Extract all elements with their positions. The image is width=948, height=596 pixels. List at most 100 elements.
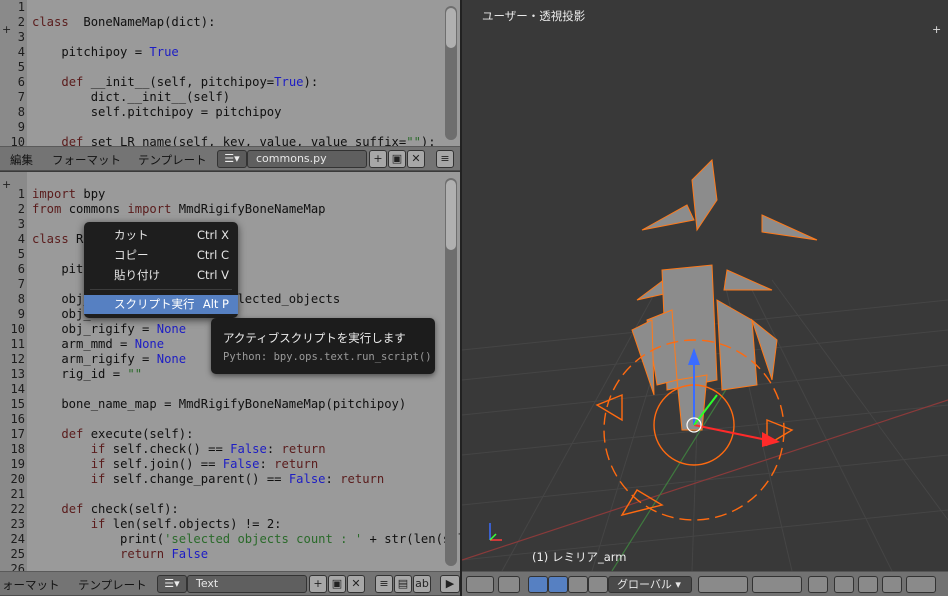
axis-gizmo: [489, 523, 502, 541]
region-expand-icon[interactable]: +: [932, 24, 942, 35]
code-line[interactable]: if self.change_parent() == False: return: [32, 472, 385, 486]
line-number: 4: [17, 232, 25, 246]
layer-buttons-2[interactable]: [752, 576, 802, 593]
code-line[interactable]: def execute(self):: [32, 427, 193, 441]
line-numbers-toggle[interactable]: ≡: [375, 575, 393, 593]
code-line[interactable]: return False: [32, 547, 208, 561]
code-line[interactable]: import bpy: [32, 187, 105, 201]
line-number: 7: [17, 277, 25, 291]
active-object-label: (1) レミリア_arm: [532, 550, 627, 564]
lock-camera-button[interactable]: [808, 576, 828, 593]
bottom-editor-header: ォーマット テンプレート ☰▾ Text + ▣ ✕ ≡ ▤ ab ▶: [0, 571, 460, 596]
vertical-scrollbar[interactable]: [445, 6, 457, 140]
context-menu: カット Ctrl X コピー Ctrl C 貼り付け Ctrl V スクリプト実行 Al…: [84, 222, 238, 318]
line-number: 14: [10, 382, 25, 396]
code-line[interactable]: if self.check() == False: return: [32, 442, 326, 456]
code-line[interactable]: if self.join() == False: return: [32, 457, 319, 471]
line-number: 4: [17, 45, 25, 59]
unlink-text-button[interactable]: ✕: [407, 150, 425, 168]
code-line[interactable]: self.pitchipoy = pitchipoy: [32, 105, 282, 119]
line-number: 12: [10, 352, 25, 366]
view-lock-button[interactable]: [498, 576, 520, 593]
line-number: 5: [17, 60, 25, 74]
tooltip: アクティブスクリプトを実行します Python: bpy.ops.text.ru…: [211, 318, 435, 374]
vertical-scrollbar[interactable]: [445, 178, 457, 566]
snap-target-select[interactable]: [906, 576, 936, 593]
proportional-edit-button[interactable]: [858, 576, 878, 593]
scale-manipulator[interactable]: [588, 576, 608, 593]
view-name: ユーザー・透視投影: [482, 9, 586, 23]
transform-orientation-select[interactable]: グローバル ▾: [608, 576, 692, 593]
code-line[interactable]: print('selected objects count : ' + str(…: [32, 532, 460, 546]
line-number: 7: [17, 90, 25, 104]
line-number: 21: [10, 487, 25, 501]
code-line[interactable]: if len(self.objects) != 2:: [32, 517, 282, 531]
code-line[interactable]: pitchipoy = True: [32, 45, 178, 59]
new-text-button[interactable]: +: [309, 575, 327, 593]
manipulator-toggle[interactable]: [528, 576, 548, 593]
line-number: 20: [10, 472, 25, 486]
word-wrap-toggle[interactable]: ▤: [394, 575, 412, 593]
line-number: 8: [17, 105, 25, 119]
shading-menu-button[interactable]: [466, 576, 494, 593]
code-line[interactable]: def check(self):: [32, 502, 178, 516]
run-script-button[interactable]: ▶: [440, 575, 460, 593]
menu-divider: [90, 289, 232, 290]
menu-edit[interactable]: 編集: [10, 152, 33, 168]
menu-template[interactable]: テンプレート: [78, 577, 147, 593]
layer-buttons[interactable]: [698, 576, 748, 593]
code-line[interactable]: def __init__(self, pitchipoy=True):: [32, 75, 318, 89]
menu-item-paste[interactable]: 貼り付け Ctrl V: [84, 266, 238, 285]
line-number: 19: [10, 457, 25, 471]
tooltip-title: アクティブスクリプトを実行します: [223, 331, 406, 345]
tooltip-python: Python: bpy.ops.text.run_script(): [223, 351, 432, 363]
top-editor-header: 編集 フォーマット テンプレート ☰▾ commons.py + ▣ ✕ ≡: [0, 146, 460, 171]
code-line[interactable]: def set_LR_name(self, key, value, value_…: [32, 135, 435, 146]
snap-button[interactable]: [882, 576, 902, 593]
line-number: 6: [17, 262, 25, 276]
line-number: 5: [17, 247, 25, 261]
code-line[interactable]: rig_id = "": [32, 367, 142, 381]
line-number: 17: [10, 427, 25, 441]
menu-format[interactable]: ォーマット: [2, 577, 60, 593]
line-number: 11: [10, 337, 25, 351]
code-line[interactable]: bone_name_map = MmdRigifyBoneNameMap(pit…: [32, 397, 406, 411]
unlink-text-button[interactable]: ✕: [347, 575, 365, 593]
code-line[interactable]: from commons import MmdRigifyBoneNameMap: [32, 202, 326, 216]
viewport-header: グローバル ▾: [462, 571, 948, 596]
line-number: 8: [17, 292, 25, 306]
menu-format[interactable]: フォーマット: [52, 152, 121, 168]
syntax-highlight-toggle[interactable]: ab: [413, 575, 431, 593]
line-number: 22: [10, 502, 25, 516]
3d-viewport[interactable]: ユーザー・透視投影 (1) レミリア_arm +: [462, 0, 948, 571]
region-expand-icon[interactable]: +: [2, 24, 12, 35]
open-text-button[interactable]: ▣: [328, 575, 346, 593]
region-expand-icon[interactable]: +: [2, 179, 12, 190]
top-text-editor[interactable]: 1 2 class BoneNameMap(dict): 3 4 pitchipoy =…: [0, 0, 460, 146]
code-line[interactable]: obj_rigify = None: [32, 322, 186, 336]
code-line[interactable]: class BoneNameMap(dict):: [32, 15, 215, 29]
line-number: 9: [17, 307, 25, 321]
pivot-button[interactable]: [834, 576, 854, 593]
viewport-scene: [462, 158, 948, 571]
menu-item-run-script[interactable]: スクリプト実行 Alt P: [84, 295, 238, 314]
menu-template[interactable]: テンプレート: [138, 152, 207, 168]
line-number: 23: [10, 517, 25, 531]
line-numbers-toggle[interactable]: ≡: [436, 150, 454, 168]
translate-manipulator[interactable]: [548, 576, 568, 593]
text-name-field[interactable]: commons.py: [247, 150, 367, 168]
line-number: 24: [10, 532, 25, 546]
text-browse-button[interactable]: ☰▾: [217, 150, 247, 168]
rotate-manipulator[interactable]: [568, 576, 588, 593]
code-line[interactable]: arm_rigify = None: [32, 352, 186, 366]
new-text-button[interactable]: +: [369, 150, 387, 168]
menu-item-cut[interactable]: カット Ctrl X: [84, 226, 238, 245]
line-number: 25: [10, 547, 25, 561]
text-name-field[interactable]: Text: [187, 575, 307, 593]
line-number: 3: [17, 217, 25, 231]
menu-item-copy[interactable]: コピー Ctrl C: [84, 246, 238, 265]
open-text-button[interactable]: ▣: [388, 150, 406, 168]
text-browse-button[interactable]: ☰▾: [157, 575, 187, 593]
code-line[interactable]: dict.__init__(self): [32, 90, 230, 104]
code-line[interactable]: arm_mmd = None: [32, 337, 164, 351]
